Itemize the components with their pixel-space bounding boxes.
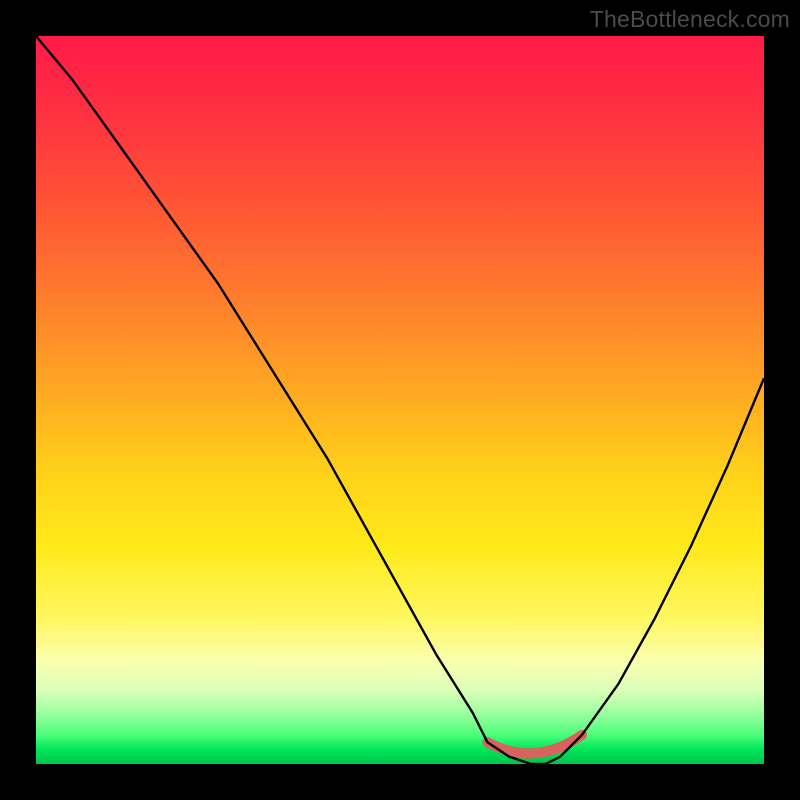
curve-layer: [36, 36, 764, 764]
chart-frame: TheBottleneck.com: [0, 0, 800, 800]
watermark-text: TheBottleneck.com: [590, 6, 790, 33]
bottleneck-curve: [36, 36, 764, 764]
plot-area: [36, 36, 764, 764]
